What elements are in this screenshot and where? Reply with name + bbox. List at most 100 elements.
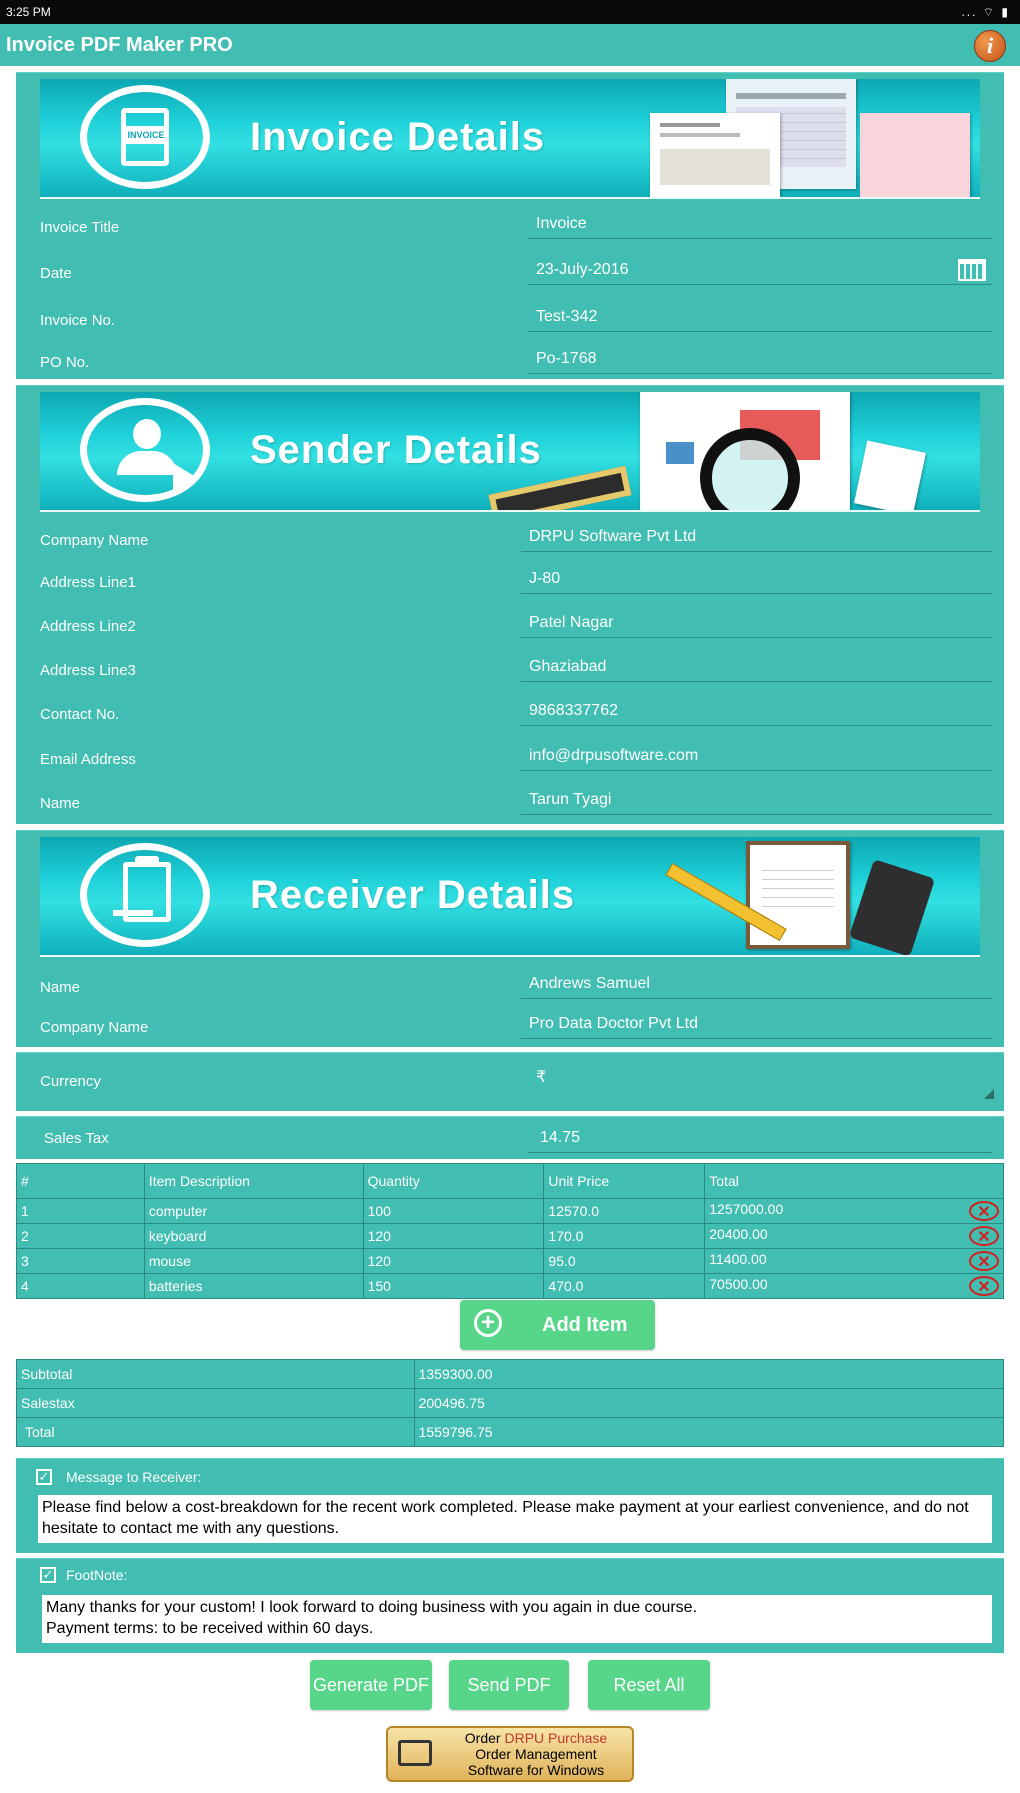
invoice-date-input[interactable]: 23-July-2016 [528, 255, 992, 285]
item-unit-price: 95.0 [543, 1248, 706, 1274]
calendar-icon[interactable] [958, 259, 986, 281]
sender-email-row: Email Address info@drpusoftware.com [16, 741, 1004, 779]
currency-label: Currency [40, 1073, 101, 1090]
delete-item-icon[interactable]: ✕ [969, 1276, 999, 1296]
table-row: 2 keyboard 120 170.0 20400.00 ✕ [16, 1223, 1004, 1249]
receiver-company-input[interactable]: Pro Data Doctor Pvt Ltd [521, 1009, 992, 1039]
item-total: 1257000.00 [709, 1201, 784, 1217]
promo-text: Order DRPU Purchase Order Management Sof… [444, 1730, 628, 1778]
footnote-textarea[interactable]: Many thanks for your custom! I look forw… [42, 1595, 992, 1643]
dropdown-corner-icon [984, 1089, 994, 1099]
footnote-label: FootNote: [66, 1567, 128, 1583]
invoice-title-input[interactable]: Invoice [528, 209, 992, 239]
item-description: mouse [143, 1248, 364, 1274]
sender-contact-label: Contact No. [40, 706, 120, 723]
message-textarea[interactable]: Please find below a cost-breakdown for t… [38, 1495, 992, 1543]
sender-name-row: Name Tarun Tyagi [16, 785, 1004, 823]
invoice-date-row: Date 23-July-2016 [16, 255, 1004, 293]
item-unit-price: 12570.0 [543, 1198, 706, 1224]
promo-line1-b: DRPU Purchase [504, 1730, 608, 1746]
po-number-row: PO No. Po-1768 [16, 344, 1004, 382]
items-header-row: # Item Description Quantity Unit Price T… [16, 1163, 1004, 1199]
app-title: Invoice PDF Maker PRO [6, 34, 233, 56]
promo-line2: Order Management [475, 1746, 597, 1762]
reset-all-button[interactable]: Reset All [588, 1660, 710, 1710]
send-pdf-button[interactable]: Send PDF [449, 1660, 569, 1710]
item-total-cell: 20400.00 ✕ [704, 1223, 1004, 1249]
row-number: 1 [16, 1198, 145, 1224]
item-quantity: 150 [362, 1273, 545, 1299]
sender-company-input[interactable]: DRPU Software Pvt Ltd [521, 522, 992, 552]
add-circle-icon: + [474, 1309, 502, 1337]
promo-banner[interactable]: Order DRPU Purchase Order Management Sof… [386, 1726, 634, 1782]
sender-address3-row: Address Line3 Ghaziabad [16, 652, 1004, 690]
sender-banner: Sender Details [40, 392, 980, 512]
sender-user-icon [80, 398, 210, 502]
sender-contact-row: Contact No. 9868337762 [16, 696, 1004, 734]
status-time: 3:25 PM [6, 5, 51, 19]
app-bar: Invoice PDF Maker PRO i [0, 24, 1020, 66]
item-description: keyboard [143, 1223, 364, 1249]
sender-address1-label: Address Line1 [40, 574, 136, 591]
footnote-line2: Payment terms: to be received within 60 … [46, 1620, 374, 1637]
message-checkbox[interactable]: ✓ [36, 1469, 52, 1485]
invoice-date-label: Date [40, 265, 72, 282]
item-unit-price: 170.0 [543, 1223, 706, 1249]
delete-item-icon[interactable]: ✕ [969, 1251, 999, 1271]
sender-address2-label: Address Line2 [40, 618, 136, 635]
delete-item-icon[interactable]: ✕ [969, 1201, 999, 1221]
item-description: batteries [143, 1273, 364, 1299]
total-label: Total [16, 1417, 415, 1447]
invoice-number-input[interactable]: Test-342 [528, 302, 992, 332]
message-label: Message to Receiver: [66, 1469, 202, 1485]
col-header-quantity: Quantity [362, 1163, 545, 1199]
invoice-banner: INVOICE Invoice Details [40, 79, 980, 199]
receiver-banner-title: Receiver Details [250, 873, 576, 917]
receiver-name-label: Name [40, 979, 81, 996]
invoice-number-row: Invoice No. Test-342 [16, 302, 1004, 340]
footnote-checkbox[interactable]: ✓ [40, 1567, 56, 1583]
item-quantity: 120 [362, 1248, 545, 1274]
receiver-name-input[interactable]: Andrews Samuel [521, 969, 992, 999]
receiver-banner: Receiver Details [40, 837, 980, 957]
col-header-unit-price: Unit Price [543, 1163, 706, 1199]
sender-address3-input[interactable]: Ghaziabad [521, 652, 992, 682]
invoice-doc-icon: INVOICE [80, 85, 210, 189]
invoice-banner-title: Invoice Details [250, 115, 546, 159]
sender-banner-title: Sender Details [250, 428, 542, 472]
invoice-doc-image-pink [860, 113, 970, 197]
sender-contact-input[interactable]: 9868337762 [521, 696, 992, 726]
sales-tax-label: Sales Tax [44, 1130, 109, 1147]
salestax-label: Salestax [16, 1388, 415, 1418]
delete-item-icon[interactable]: ✕ [969, 1226, 999, 1246]
items-table: # Item Description Quantity Unit Price T… [16, 1163, 1004, 1299]
item-unit-price: 470.0 [543, 1273, 706, 1299]
computer-icon [398, 1740, 432, 1766]
generate-pdf-button[interactable]: Generate PDF [310, 1660, 432, 1710]
sales-tax-input[interactable]: 14.75 [528, 1123, 992, 1153]
invoice-badge: INVOICE [125, 126, 167, 144]
sender-address3-label: Address Line3 [40, 662, 136, 679]
receiver-details-section: Receiver Details Name Andrews Samuel Com… [16, 830, 1004, 1047]
sender-address1-input[interactable]: J-80 [521, 564, 992, 594]
item-total-cell: 70500.00 ✕ [704, 1273, 1004, 1299]
sender-email-input[interactable]: info@drpusoftware.com [521, 741, 992, 771]
item-quantity: 100 [362, 1198, 545, 1224]
sender-address2-input[interactable]: Patel Nagar [521, 608, 992, 638]
footnote-line1: Many thanks for your custom! I look forw… [46, 1599, 698, 1616]
item-total-cell: 11400.00 ✕ [704, 1248, 1004, 1274]
info-icon[interactable]: i [974, 30, 1006, 62]
add-item-button[interactable]: + Add Item [460, 1300, 655, 1350]
sender-name-input[interactable]: Tarun Tyagi [521, 785, 992, 815]
sender-name-label: Name [40, 795, 81, 812]
sender-address1-row: Address Line1 J-80 [16, 564, 1004, 602]
sender-email-label: Email Address [40, 751, 136, 768]
receiver-name-row: Name Andrews Samuel [16, 969, 1004, 1007]
po-number-input[interactable]: Po-1768 [528, 344, 992, 374]
currency-section: Currency ₹ [16, 1052, 1004, 1111]
subtotal-value: 1359300.00 [413, 1359, 1005, 1389]
item-total-cell: 1257000.00 ✕ [704, 1198, 1004, 1224]
currency-select[interactable]: ₹ [536, 1067, 994, 1101]
receiver-clipboard-icon [80, 843, 210, 947]
item-quantity: 120 [362, 1223, 545, 1249]
